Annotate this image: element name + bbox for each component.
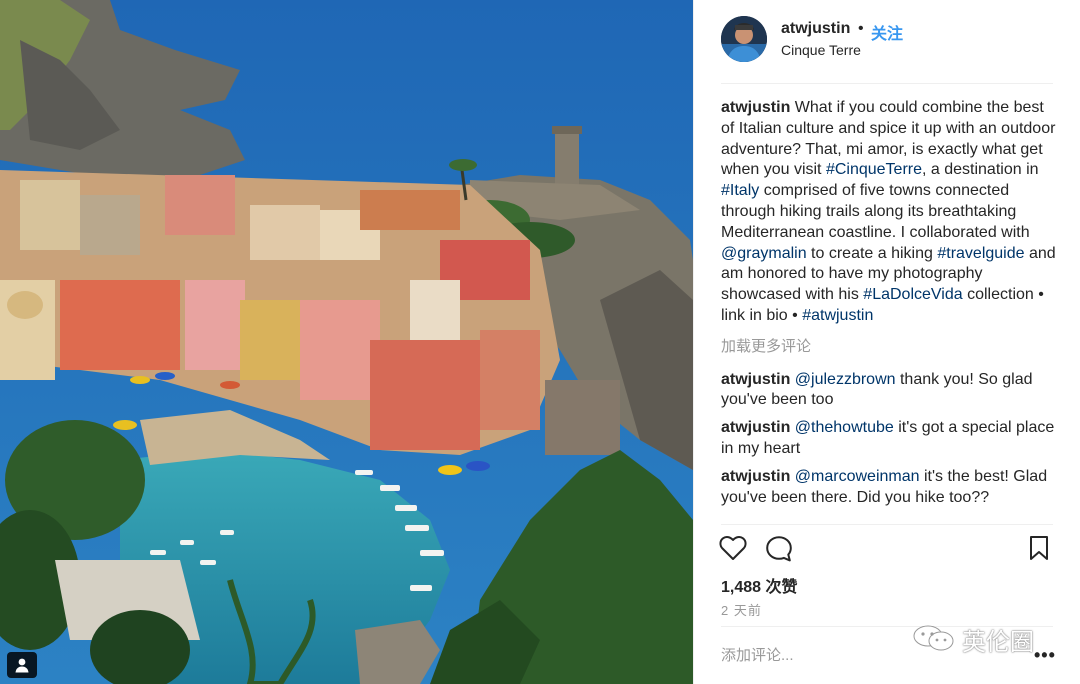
comments-divider	[721, 524, 1053, 525]
mention-link[interactable]: @julezzbrown	[795, 371, 896, 388]
mention-link[interactable]: @thehowtube	[795, 419, 894, 436]
person-icon	[15, 658, 29, 673]
post-side-panel: atwjustin • 关注 Cinque Terre atwjustin Wh…	[694, 0, 1080, 684]
caption-username-link[interactable]: atwjustin	[721, 99, 790, 116]
mention-link[interactable]: @graymalin	[721, 245, 807, 262]
user-tag-button[interactable]	[7, 652, 37, 678]
likes-count[interactable]: 1,488 次赞	[721, 573, 798, 597]
caption: atwjustin What if you could combine the …	[721, 98, 1056, 327]
comment-username-link[interactable]: atwjustin	[721, 419, 790, 436]
avatar[interactable]	[721, 16, 767, 62]
follow-button[interactable]: 关注	[871, 20, 903, 44]
caption-text: to create a hiking	[806, 244, 938, 262]
comments-list: atwjustin What if you could combine the …	[721, 98, 1056, 524]
hashtag-link[interactable]: #travelguide	[937, 245, 1024, 262]
location-link[interactable]: Cinque Terre	[781, 42, 861, 58]
heart-icon[interactable]	[719, 535, 747, 561]
header-divider	[721, 83, 1053, 84]
hashtag-link[interactable]: #LaDolceVida	[863, 286, 962, 303]
photo-vernazza	[0, 0, 693, 684]
caption-text: comprised of five towns connected throug…	[721, 182, 1030, 241]
watermark-text: 英伦圈	[962, 628, 1034, 656]
watermark: 英伦圈	[912, 622, 1052, 656]
mention-link[interactable]: @marcoweinman	[795, 468, 920, 485]
avatar-image	[721, 16, 767, 62]
load-more-comments-button[interactable]: 加载更多评论	[721, 337, 1056, 358]
hashtag-link[interactable]: #CinqueTerre	[826, 161, 922, 178]
separator-dot: •	[858, 20, 864, 37]
username-link[interactable]: atwjustin	[781, 20, 850, 38]
post-photo[interactable]	[0, 0, 693, 684]
post-timestamp[interactable]: 2 天前	[721, 600, 762, 619]
comment-username-link[interactable]: atwjustin	[721, 468, 790, 485]
bookmark-icon[interactable]	[1028, 535, 1050, 561]
hashtag-link[interactable]: #atwjustin	[802, 307, 873, 324]
caption-text: , a destination in	[922, 161, 1039, 179]
comment-username-link[interactable]: atwjustin	[721, 371, 790, 388]
wechat-logo-icon	[913, 625, 954, 651]
action-bar	[719, 535, 1053, 563]
post-header: atwjustin • 关注 Cinque Terre	[721, 16, 1053, 66]
hashtag-link[interactable]: #Italy	[721, 182, 759, 199]
comment-item: atwjustin @marcoweinman it's the best! G…	[721, 467, 1056, 509]
comment-item: atwjustin @thehowtube it's got a special…	[721, 418, 1056, 460]
comment-bubble-icon[interactable]	[765, 535, 793, 563]
comment-item: atwjustin @julezzbrown thank you! So gla…	[721, 370, 1056, 412]
